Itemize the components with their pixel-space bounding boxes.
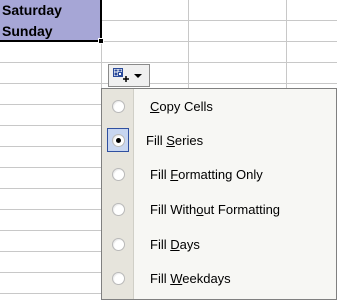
radio-button-icon <box>111 202 125 216</box>
radio-fill-days[interactable] <box>102 228 134 260</box>
menu-item-fill-days[interactable]: Fill Days <box>102 228 337 260</box>
radio-button-icon <box>111 167 125 181</box>
radio-button-checked-icon <box>111 133 125 147</box>
radio-fill-weekdays[interactable] <box>102 262 134 294</box>
autofill-options-icon <box>113 68 129 83</box>
chevron-down-icon <box>134 73 142 78</box>
menu-item-label: Fill Formatting Only <box>150 166 263 182</box>
menu-item-fill-without-formatting[interactable]: Fill Without Formatting <box>102 193 337 225</box>
radio-fill-series[interactable] <box>107 128 129 152</box>
menu-item-fill-weekdays[interactable]: Fill Weekdays <box>102 262 337 294</box>
menu-item-copy-cells[interactable]: Copy Cells <box>102 90 337 122</box>
fill-handle[interactable] <box>98 38 104 44</box>
menu-item-fill-formatting-only[interactable]: Fill Formatting Only <box>102 158 337 190</box>
radio-fill-without-formatting[interactable] <box>102 193 134 225</box>
menu-item-label: Fill Without Formatting <box>150 201 281 217</box>
radio-button-icon <box>111 271 125 285</box>
autofill-options-menu: Copy Cells Fill Series Fill Formatting O… <box>101 88 337 300</box>
autofill-options-button[interactable] <box>108 64 150 87</box>
radio-button-icon <box>111 99 125 113</box>
menu-item-fill-series[interactable]: Fill Series <box>102 124 337 156</box>
menu-item-label: Copy Cells <box>150 98 213 114</box>
menu-item-label: Fill Weekdays <box>150 270 231 286</box>
menu-item-label: Fill Series <box>146 132 204 148</box>
menu-item-label: Fill Days <box>150 236 200 252</box>
radio-dot-icon <box>115 137 121 143</box>
radio-fill-formatting-only[interactable] <box>102 158 134 190</box>
selection-border <box>0 0 102 42</box>
radio-button-icon <box>111 237 125 251</box>
radio-copy-cells[interactable] <box>102 90 134 122</box>
